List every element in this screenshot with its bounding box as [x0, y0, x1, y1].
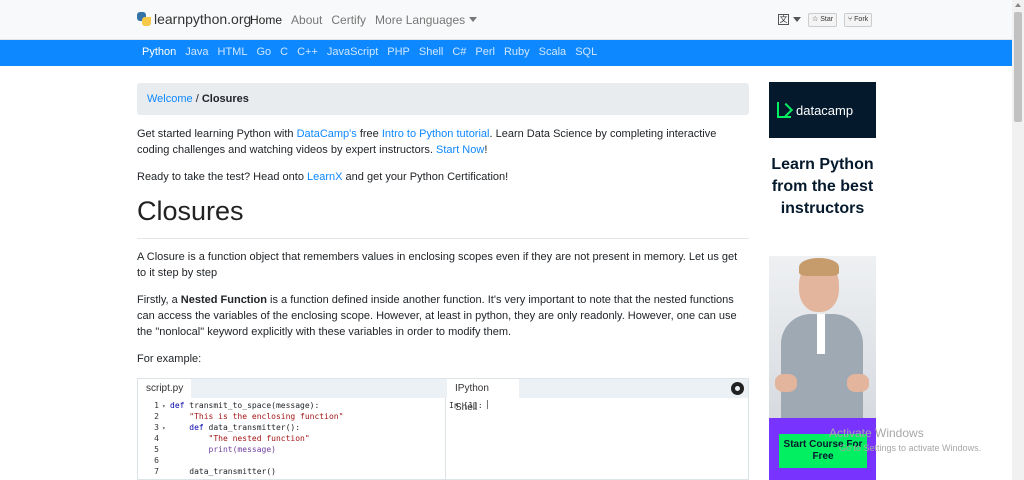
- code-editor: script.py IPython Shell 1 ▾ def transmit_t…: [137, 378, 749, 480]
- line-number: 5: [154, 445, 159, 454]
- page-title: Closures: [137, 196, 244, 226]
- intro-to-python-link[interactable]: Intro to Python tutorial: [382, 128, 490, 140]
- editor-tabs: script.py IPython Shell: [138, 379, 748, 413]
- site-logo-text: learnpython.org: [154, 11, 252, 27]
- watermark-title: Activate Windows: [829, 426, 924, 440]
- line-number: 2: [154, 412, 159, 421]
- shell-prompt: In [1]:: [449, 401, 483, 410]
- subnav-sql[interactable]: SQL: [575, 46, 597, 58]
- certification-paragraph: Ready to take the test? Head onto LearnX…: [137, 169, 749, 185]
- learnx-link[interactable]: LearnX: [307, 171, 342, 183]
- subnav-java[interactable]: Java: [185, 46, 208, 58]
- scrollbar-thumb[interactable]: [1014, 12, 1022, 122]
- subnav-cpp[interactable]: C++: [297, 46, 318, 58]
- github-fork-button[interactable]: ⑂ Fork: [844, 13, 873, 27]
- scroll-up-icon[interactable]: [1015, 3, 1021, 7]
- subnav-javascript[interactable]: JavaScript: [327, 46, 378, 58]
- nav-more-languages[interactable]: More Languages: [375, 13, 478, 27]
- datacamp-ad-header[interactable]: datacamp: [769, 82, 876, 138]
- watermark-subtitle: Go to Settings to activate Windows.: [839, 443, 982, 453]
- tab-script-py[interactable]: script.py: [138, 379, 191, 398]
- language-subnav: Python Java HTML Go C C++ JavaScript PHP…: [0, 40, 1012, 66]
- code-line: 5 print(message): [138, 444, 276, 455]
- windows-activation-watermark: Activate Windows Go to Settings to activ…: [829, 426, 981, 453]
- line-number: 4: [154, 434, 159, 443]
- line-number: 1: [154, 401, 159, 410]
- github-star-button[interactable]: ☆ Star: [808, 13, 838, 27]
- ad-headline: Learn Python from the best instructors: [771, 156, 874, 217]
- nav-more-languages-label: More Languages: [375, 13, 466, 27]
- title-divider: [137, 238, 749, 239]
- code-line: 7 data_transmitter(): [138, 466, 276, 477]
- python-logo-icon: [137, 12, 151, 26]
- subnav-shell[interactable]: Shell: [419, 46, 443, 58]
- site-logo[interactable]: learnpython.org: [137, 11, 251, 27]
- intro-text: !: [484, 144, 488, 156]
- subnav-html[interactable]: HTML: [218, 46, 248, 58]
- subnav-scala[interactable]: Scala: [539, 46, 567, 58]
- chevron-down-icon: [469, 17, 478, 22]
- tab-ipython-shell[interactable]: IPython Shell: [447, 379, 519, 413]
- breadcrumb: Welcome / Closures: [137, 83, 749, 115]
- paragraph-text: Firstly, a: [137, 294, 181, 306]
- intro-paragraph: Get started learning Python with DataCam…: [137, 126, 749, 158]
- datacamp-brand: datacamp: [796, 102, 854, 118]
- language-selector[interactable]: 文: [778, 14, 801, 25]
- code-text: data_transmitter(): [170, 467, 276, 476]
- subnav-python[interactable]: Python: [142, 46, 176, 58]
- datacamp-logo-icon: [777, 102, 791, 118]
- code-line: 2 "This is the enclosing function": [138, 411, 343, 422]
- example-label: For example:: [137, 353, 202, 365]
- code-text: data_transmitter():: [203, 423, 301, 432]
- github-icon[interactable]: [731, 382, 744, 395]
- code-keyword: def: [170, 401, 185, 410]
- closure-definition-paragraph: A Closure is a function object that reme…: [137, 251, 738, 279]
- nav-certify[interactable]: Certify: [331, 13, 366, 27]
- subnav-perl[interactable]: Perl: [475, 46, 495, 58]
- intro-text: free: [356, 128, 382, 140]
- nav-home[interactable]: Home: [250, 13, 282, 27]
- code-line: 1 ▾ def transmit_to_space(message):: [138, 400, 319, 411]
- instructor-photo: [769, 256, 876, 418]
- breadcrumb-separator: /: [192, 93, 202, 105]
- nav-about[interactable]: About: [291, 13, 322, 27]
- datacamp-link[interactable]: DataCamp's: [297, 128, 357, 140]
- subnav-go[interactable]: Go: [256, 46, 271, 58]
- main-nav: Home About Certify More Languages: [250, 13, 486, 27]
- top-navbar: learnpython.org Home About Certify More …: [0, 0, 1012, 40]
- subnav-c[interactable]: C: [280, 46, 288, 58]
- code-line: 4 "The nested function": [138, 433, 310, 444]
- code-line: 6: [138, 455, 162, 466]
- translate-icon: 文: [778, 14, 789, 25]
- start-now-link[interactable]: Start Now: [436, 144, 484, 156]
- nested-function-term: Nested Function: [180, 294, 267, 306]
- line-number: 6: [154, 456, 159, 465]
- code-keyword: def: [170, 423, 204, 432]
- script-editor[interactable]: 1 ▾ def transmit_to_space(message): 2 "Thi…: [138, 398, 446, 479]
- code-text: print(message): [170, 445, 276, 454]
- code-line: 3 ▾ def data_transmitter():: [138, 422, 300, 433]
- cert-text: Ready to take the test? Head onto: [137, 171, 308, 183]
- breadcrumb-current: Closures: [201, 93, 249, 105]
- subnav-csharp[interactable]: C#: [452, 46, 466, 58]
- chevron-down-icon: [793, 17, 801, 22]
- subnav-php[interactable]: PHP: [387, 46, 410, 58]
- nested-function-paragraph: Firstly, a Nested Function is a function…: [137, 292, 749, 340]
- page-scrollbar[interactable]: [1012, 0, 1024, 480]
- line-number: 7: [154, 467, 159, 476]
- intro-text: Get started learning Python with: [137, 128, 297, 140]
- code-text: "The nested function": [170, 434, 310, 443]
- ipython-shell[interactable]: In [1]:: [449, 400, 488, 410]
- cert-text: and get your Python Certification!: [342, 171, 509, 183]
- subnav-ruby[interactable]: Ruby: [504, 46, 530, 58]
- text-cursor: [486, 400, 488, 409]
- line-number: 3: [154, 423, 159, 432]
- code-text: transmit_to_space(message):: [184, 401, 320, 410]
- breadcrumb-welcome[interactable]: Welcome: [147, 93, 193, 105]
- code-text: "This is the enclosing function": [170, 412, 344, 421]
